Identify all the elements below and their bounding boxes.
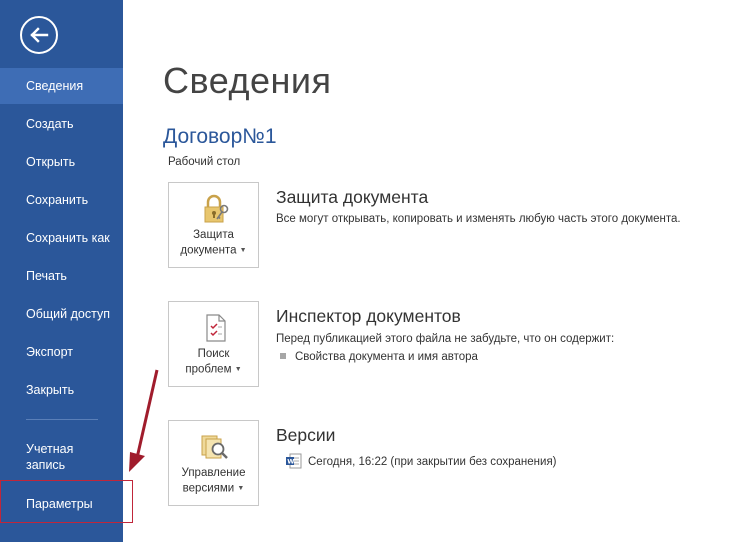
- document-location: Рабочий стол: [168, 156, 241, 168]
- sidebar-item-print[interactable]: Печать: [0, 258, 123, 294]
- protect-document-button[interactable]: Защита документа ▼: [168, 182, 259, 268]
- backstage-sidebar: Сведения Создать Открыть Сохранить Сохра…: [0, 0, 123, 542]
- protect-section-title: Защита документа: [276, 187, 429, 207]
- lock-key-icon: [204, 194, 229, 223]
- manage-versions-button[interactable]: Управление версиями ▼: [168, 420, 259, 506]
- protect-button-label-line2: документа: [180, 244, 237, 257]
- sidebar-item-open[interactable]: Открыть: [0, 144, 123, 180]
- sidebar-divider: [26, 419, 98, 420]
- versions-button-label-line1: Управление: [181, 467, 246, 479]
- back-button[interactable]: [20, 16, 58, 54]
- dropdown-caret-icon: ▼: [234, 366, 242, 373]
- versions-section-title: Версии: [276, 425, 336, 445]
- check-for-issues-button[interactable]: Поиск проблем ▼: [168, 301, 259, 387]
- sidebar-item-close[interactable]: Закрыть: [0, 372, 123, 408]
- version-entry[interactable]: W Сегодня, 16:22 (при закрытии без сохра…: [286, 453, 557, 470]
- inspect-bullet-item: Свойства документа и имя автора: [280, 351, 478, 363]
- protect-button-label-line1: Защита: [193, 229, 234, 241]
- page-title: Сведения: [163, 60, 332, 101]
- inspect-button-label-line2: проблем: [185, 363, 232, 376]
- sidebar-item-info[interactable]: Сведения: [0, 68, 123, 104]
- dropdown-caret-icon: ▼: [237, 485, 245, 492]
- sidebar-item-save-as[interactable]: Сохранить как: [0, 220, 123, 256]
- sidebar-item-save[interactable]: Сохранить: [0, 182, 123, 218]
- sidebar-item-share[interactable]: Общий доступ: [0, 296, 123, 332]
- account-label-line2: запись: [26, 458, 66, 472]
- bullet-icon: [280, 352, 286, 359]
- inspect-button-label-line1: Поиск: [197, 348, 230, 360]
- sidebar-item-export[interactable]: Экспорт: [0, 334, 123, 370]
- manage-versions-icon: [201, 435, 228, 459]
- word-document-icon: W: [286, 453, 302, 469]
- inspect-document-icon: [206, 314, 226, 342]
- version-entry-text: Сегодня, 16:22 (при закрытии без сохране…: [308, 456, 557, 469]
- svg-text:W: W: [287, 458, 294, 466]
- document-name: Договор№1: [163, 125, 277, 148]
- inspect-section-description: Перед публикацией этого файла не забудьт…: [276, 333, 615, 345]
- inspect-bullet-text: Свойства документа и имя автора: [295, 351, 478, 363]
- dropdown-caret-icon: ▼: [239, 247, 247, 254]
- account-label-line1: Учетная: [26, 442, 74, 456]
- back-arrow-icon: [30, 27, 49, 43]
- inspect-section-title: Инспектор документов: [276, 306, 461, 326]
- versions-button-label-line2: версиями: [182, 482, 235, 495]
- sidebar-item-new[interactable]: Создать: [0, 106, 123, 142]
- sidebar-item-account[interactable]: Учетная запись: [0, 441, 123, 473]
- options-highlight-box: [0, 480, 133, 523]
- protect-section-description: Все могут открывать, копировать и изменя…: [276, 213, 681, 225]
